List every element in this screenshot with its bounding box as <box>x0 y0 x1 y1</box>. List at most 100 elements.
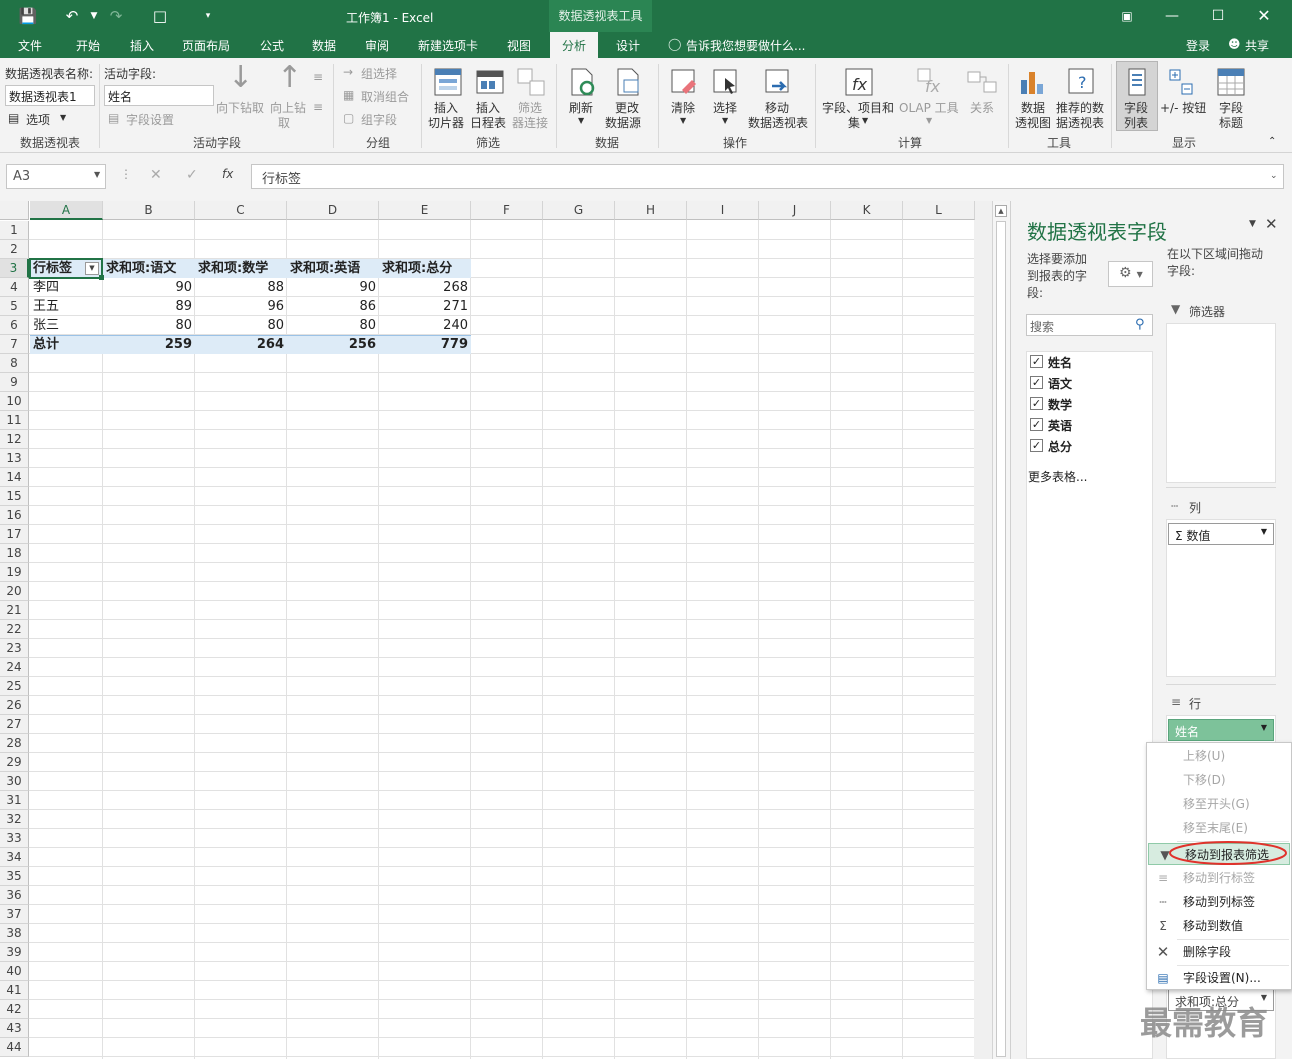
pivot-cell[interactable]: 240 <box>379 316 471 335</box>
row-header[interactable]: 26 <box>0 696 29 715</box>
name-box[interactable]: A3 <box>6 164 106 189</box>
row-header[interactable]: 4 <box>0 278 29 297</box>
row-header[interactable]: 22 <box>0 620 29 639</box>
pivot-total-cell[interactable]: 256 <box>287 335 379 354</box>
menu-remove-field[interactable]: ✕ 删除字段 <box>1147 941 1291 963</box>
undo-dropdown-icon[interactable]: ▼ <box>84 6 104 26</box>
column-header-b[interactable]: B <box>103 201 195 220</box>
tab-design[interactable]: 设计 <box>616 37 640 54</box>
row-header[interactable]: 21 <box>0 601 29 620</box>
row-header[interactable]: 18 <box>0 544 29 563</box>
row-header[interactable]: 44 <box>0 1038 29 1057</box>
pivot-cell[interactable]: 268 <box>379 278 471 297</box>
column-header-l[interactable]: L <box>903 201 975 220</box>
select-button[interactable]: 选择 <box>713 99 737 116</box>
menu-move-to-row-labels[interactable]: ≡ 移动到行标签 <box>1147 867 1291 889</box>
column-header-f[interactable]: F <box>471 201 543 220</box>
clear-button[interactable]: 清除 <box>671 99 695 116</box>
active-field-input[interactable]: 姓名 <box>104 85 214 106</box>
worksheet-grid[interactable]: ▲ ABCDEFGHIJKL 1 2 3 4 5 6 7 8 9 10 11 12 13 14 15 16 17… <box>0 201 1010 1059</box>
pivot-total-cell[interactable]: 779 <box>379 335 471 354</box>
field-chinese[interactable]: 语文 <box>1048 375 1072 392</box>
menu-move-to-end[interactable]: 移至末尾(E) <box>1147 817 1291 839</box>
tab-new-tab[interactable]: 新建选项卡 <box>418 37 478 54</box>
column-header-i[interactable]: I <box>687 201 759 220</box>
row-header[interactable]: 33 <box>0 829 29 848</box>
row-header[interactable]: 3 <box>0 259 29 278</box>
field-english[interactable]: 英语 <box>1048 417 1072 434</box>
field-math[interactable]: 数学 <box>1048 396 1072 413</box>
pivot-header-chinese[interactable]: 求和项:语文 <box>103 259 195 278</box>
pivot-total-cell[interactable]: 259 <box>103 335 195 354</box>
column-header-k[interactable]: K <box>831 201 903 220</box>
login-link[interactable]: 登录 <box>1186 37 1210 54</box>
row-header[interactable]: 31 <box>0 791 29 810</box>
menu-field-settings[interactable]: ▤ 字段设置(N)... <box>1147 967 1291 989</box>
field-search-input[interactable]: 搜索 <box>1026 314 1153 336</box>
pane-options-dropdown-icon[interactable]: ▼ <box>1249 219 1256 229</box>
field-settings-button[interactable]: 字段设置 <box>126 111 174 128</box>
fields-items-dropdown-icon[interactable]: ▼ <box>862 116 868 125</box>
pivot-total-label[interactable]: 总计 <box>30 335 102 354</box>
row-header[interactable]: 7 <box>0 335 29 354</box>
filters-drop-area[interactable] <box>1166 323 1276 483</box>
column-header-c[interactable]: C <box>195 201 287 220</box>
column-header-j[interactable]: J <box>759 201 831 220</box>
expand-formula-bar-icon[interactable]: ⌄ <box>1270 171 1278 181</box>
row-header[interactable]: 35 <box>0 867 29 886</box>
share-icon[interactable]: ☻ <box>1228 37 1241 51</box>
field-checkbox[interactable]: ✓ <box>1030 397 1043 410</box>
minimize-icon[interactable]: — <box>1150 4 1194 28</box>
clear-dropdown-icon[interactable]: ▼ <box>680 116 686 125</box>
row-header[interactable]: 27 <box>0 715 29 734</box>
pane-close-icon[interactable]: ✕ <box>1265 215 1278 233</box>
group-selection-button[interactable]: 组选择 <box>361 65 397 82</box>
scroll-up-icon[interactable]: ▲ <box>995 205 1007 217</box>
plus-minus-buttons-button[interactable]: +/- 按钮 <box>1160 99 1206 116</box>
drill-down-button[interactable]: 向下钻取 <box>216 99 264 116</box>
layout-gear-icon[interactable]: ⚙ ▼ <box>1108 261 1153 287</box>
menu-move-to-values[interactable]: Σ 移动到数值 <box>1147 915 1291 937</box>
vertical-scrollbar-thumb[interactable] <box>996 221 1006 1057</box>
pivot-name-input[interactable]: 数据透视表1 <box>5 85 95 106</box>
refresh-dropdown-icon[interactable]: ▼ <box>578 116 584 125</box>
row-header[interactable]: 32 <box>0 810 29 829</box>
cancel-entry-icon[interactable]: ✕ <box>150 167 162 183</box>
pivot-cell[interactable]: 89 <box>103 297 195 316</box>
row-header[interactable]: 9 <box>0 373 29 392</box>
pivot-cell[interactable]: 96 <box>195 297 287 316</box>
menu-move-down[interactable]: 下移(D) <box>1147 769 1291 791</box>
row-header[interactable]: 24 <box>0 658 29 677</box>
tab-home[interactable]: 开始 <box>76 37 100 54</box>
pivot-header-total[interactable]: 求和项:总分 <box>379 259 471 278</box>
row-header[interactable]: 1 <box>0 221 29 240</box>
expand-field-icon[interactable]: ≡ <box>313 70 323 84</box>
field-total[interactable]: 总分 <box>1048 438 1072 455</box>
more-tables-link[interactable]: 更多表格... <box>1028 468 1087 485</box>
row-header[interactable]: 37 <box>0 905 29 924</box>
pivot-cell[interactable]: 80 <box>103 316 195 335</box>
column-header-e[interactable]: E <box>379 201 471 220</box>
pivot-cell[interactable]: 90 <box>103 278 195 297</box>
column-header-h[interactable]: H <box>615 201 687 220</box>
tab-page-layout[interactable]: 页面布局 <box>182 37 230 54</box>
row-header[interactable]: 20 <box>0 582 29 601</box>
rows-item-name[interactable]: 姓名 ▼ <box>1168 719 1274 741</box>
new-file-icon[interactable]: □ <box>150 6 170 26</box>
field-checkbox[interactable]: ✓ <box>1030 376 1043 389</box>
row-header[interactable]: 36 <box>0 886 29 905</box>
close-icon[interactable]: ✕ <box>1242 4 1286 28</box>
columns-item-values[interactable]: Σ 数值 ▼ <box>1168 523 1274 545</box>
row-header[interactable]: 25 <box>0 677 29 696</box>
row-header[interactable]: 12 <box>0 430 29 449</box>
maximize-icon[interactable]: ☐ <box>1196 4 1240 28</box>
row-header[interactable]: 13 <box>0 449 29 468</box>
row-header[interactable]: 34 <box>0 848 29 867</box>
row-header[interactable]: 14 <box>0 468 29 487</box>
confirm-entry-icon[interactable]: ✓ <box>186 167 198 183</box>
save-icon[interactable]: 💾 <box>18 6 38 26</box>
pivot-header-math[interactable]: 求和项:数学 <box>195 259 287 278</box>
olap-dropdown-icon[interactable]: ▼ <box>926 116 932 125</box>
relationships-button[interactable]: 关系 <box>970 99 994 116</box>
tab-data[interactable]: 数据 <box>312 37 336 54</box>
